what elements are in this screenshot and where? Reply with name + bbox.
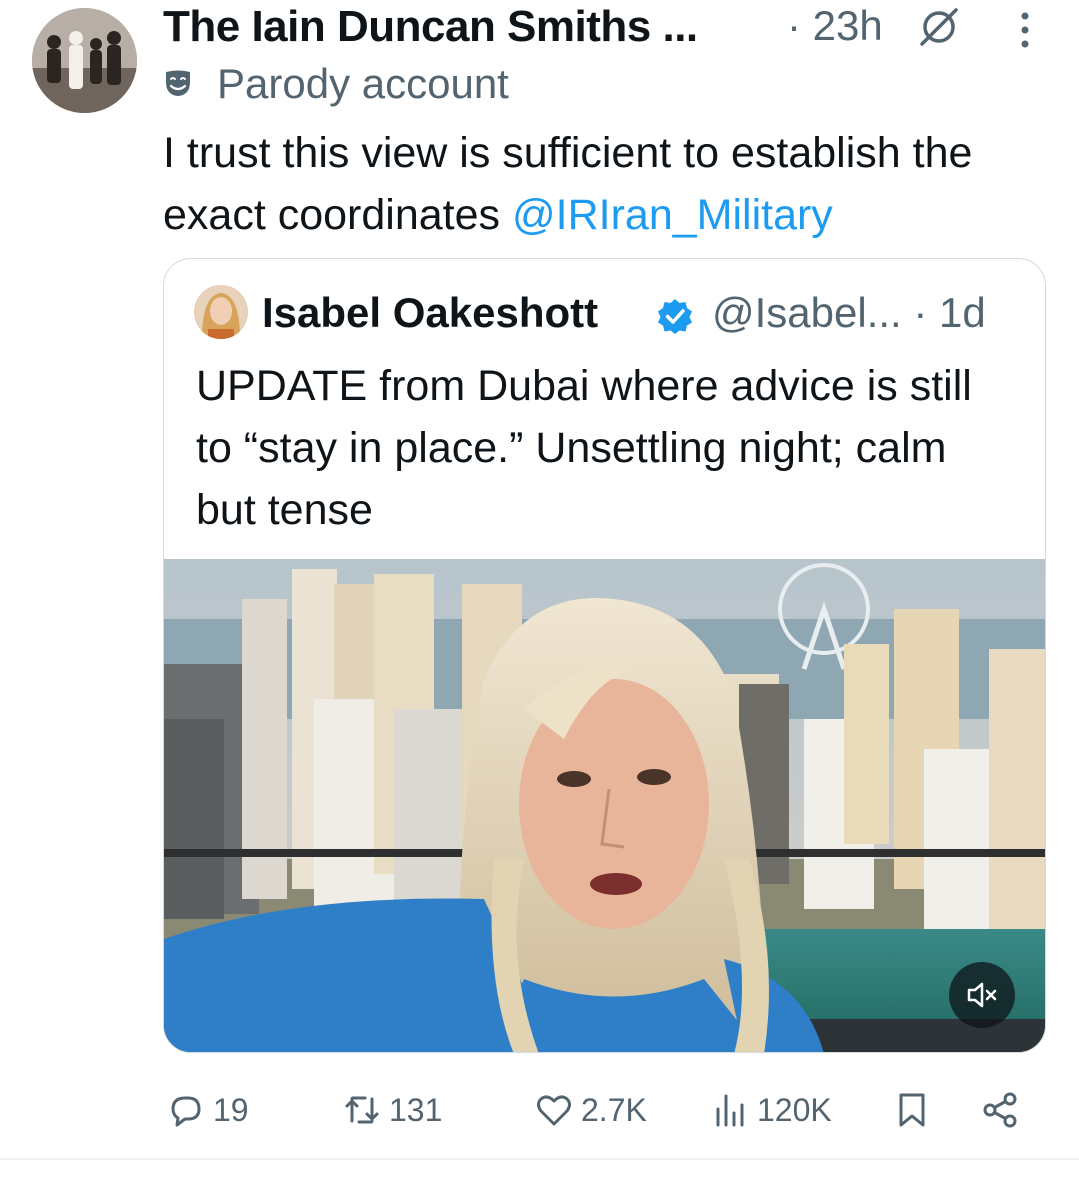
parody-label-text: Parody account (217, 60, 509, 107)
share-button[interactable] (981, 1080, 1019, 1140)
bookmark-icon (899, 1093, 925, 1127)
grok-icon[interactable] (918, 6, 960, 48)
parody-mask-icon (166, 70, 190, 96)
like-icon (537, 1095, 571, 1126)
quoted-tweet[interactable]: Isabel Oakeshott @Isabel... · 1d UPDATE … (163, 258, 1046, 1053)
bookmark-button[interactable] (893, 1080, 931, 1140)
mute-icon (967, 982, 997, 1008)
tweet-timestamp[interactable]: · 23h (787, 2, 883, 50)
tweet-header: The Iain Duncan Smiths ... · 23h (163, 0, 1063, 56)
reply-count: 19 (213, 1091, 249, 1128)
reply-button[interactable]: 19 (167, 1080, 249, 1140)
tweet-divider (0, 1158, 1079, 1160)
tweet-text: I trust this view is sufficient to estab… (163, 122, 1043, 246)
like-count: 2.7K (581, 1091, 647, 1128)
views-count: 120K (757, 1091, 832, 1128)
share-icon (983, 1092, 1017, 1128)
reply-icon (171, 1096, 201, 1127)
quoted-tweet-text: UPDATE from Dubai where advice is still … (196, 362, 972, 534)
like-button[interactable]: 2.7K (535, 1080, 647, 1140)
views-button[interactable]: 120K (711, 1080, 832, 1140)
more-icon[interactable] (1013, 10, 1037, 50)
author-avatar[interactable] (32, 8, 137, 113)
repost-icon (345, 1096, 379, 1124)
quoted-author-name[interactable]: Isabel Oakeshott (262, 289, 598, 337)
views-icon (716, 1094, 744, 1127)
verified-icon (658, 299, 692, 334)
mute-button[interactable] (949, 962, 1015, 1028)
quoted-author-avatar[interactable] (194, 285, 248, 339)
author-display-name[interactable]: The Iain Duncan Smiths ... (163, 2, 698, 52)
quoted-author-handle[interactable]: @Isabel... · 1d (712, 289, 986, 337)
quoted-video[interactable] (164, 559, 1045, 1052)
repost-button[interactable]: 131 (343, 1080, 442, 1140)
repost-count: 131 (389, 1091, 443, 1128)
tweet-actions: 19 131 2.7K 120K (163, 1080, 1043, 1140)
mention-link[interactable]: @IRIran_Military (512, 191, 833, 239)
